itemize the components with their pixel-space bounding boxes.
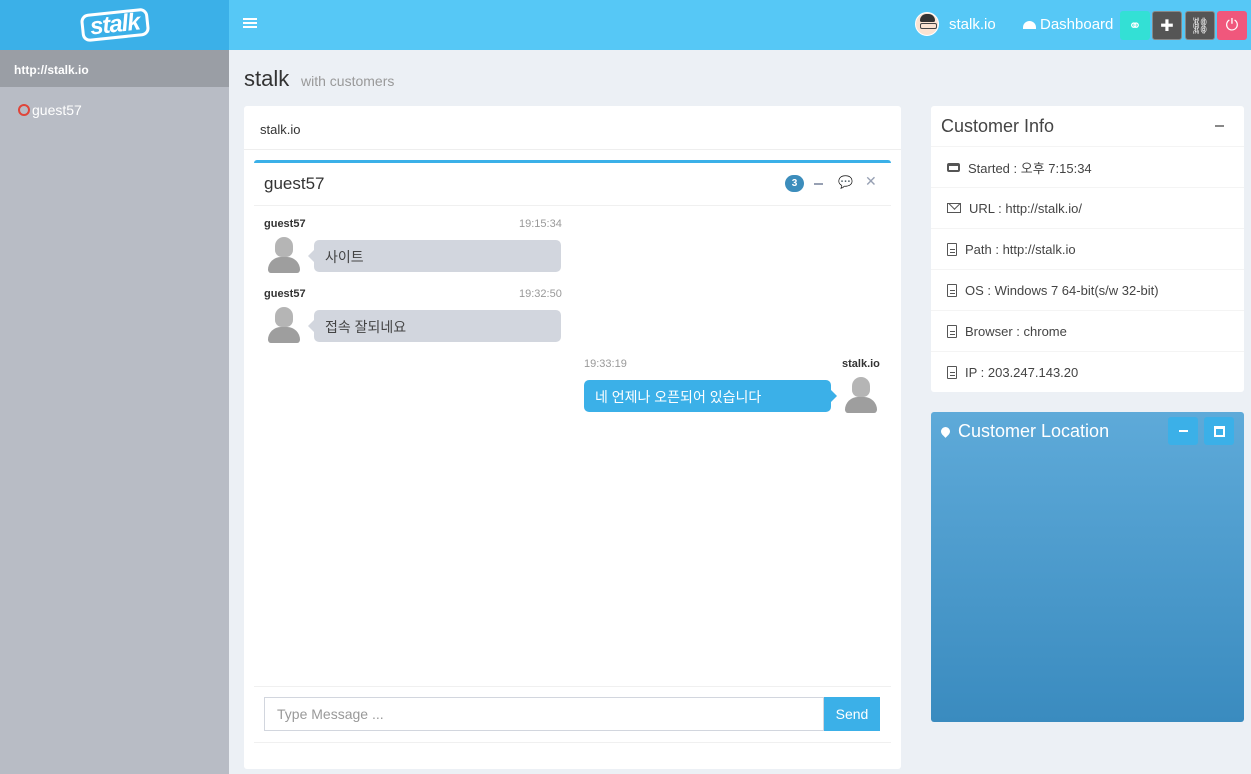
info-text: URL : http://stalk.io/: [969, 200, 1082, 216]
chat-input-bar: Send: [254, 686, 891, 743]
info-text: Started : 오후 7:15:34: [968, 160, 1092, 176]
ambulance-icon: ✚: [1160, 17, 1174, 35]
message-bubble: 접속 잘되네요: [308, 310, 561, 342]
message-sender: guest57: [264, 218, 306, 230]
minimize-icon[interactable]: [814, 183, 823, 185]
info-row-ip: IP : 203.247.143.20: [931, 352, 1244, 393]
calendar-button[interactable]: [1204, 417, 1234, 445]
info-row-browser: Browser : chrome: [931, 311, 1244, 352]
user-menu[interactable]: stalk.io: [915, 12, 996, 36]
message-sender: guest57: [264, 288, 306, 300]
dashboard-link[interactable]: Dashboard: [1023, 16, 1113, 33]
customer-location-header: Customer Location: [939, 421, 1110, 442]
power-button[interactable]: ⏻: [1217, 11, 1247, 40]
link-icon: ⚭: [1128, 17, 1142, 35]
logo-area[interactable]: stalk: [0, 0, 229, 50]
customer-location-panel: Customer Location: [931, 412, 1244, 722]
link-button[interactable]: ⚭: [1120, 11, 1150, 40]
minus-icon: [1178, 430, 1188, 432]
dashboard-icon: [1023, 20, 1036, 29]
message-time: 19:32:50: [519, 288, 562, 300]
stalk-logo: stalk: [79, 7, 150, 43]
customer-info-panel: Customer Info Started : 오후 7:15:34 URL :…: [931, 106, 1244, 392]
chat-panel: stalk.io guest57 3 💬 ✕ guest57 19:15:34 …: [244, 106, 901, 769]
customer-info-title: Customer Info: [941, 116, 1055, 136]
dashboard-label: Dashboard: [1040, 16, 1114, 33]
info-text: Browser : chrome: [965, 323, 1067, 339]
info-text: OS : Windows 7 64-bit(s/w 32-bit): [965, 282, 1159, 298]
message-sender: stalk.io: [842, 358, 880, 370]
top-navbar: stalk.io Dashboard ⚭ ✚ ⛓ ⏻: [229, 0, 1251, 50]
chat-panel-header: stalk.io: [244, 106, 901, 150]
info-row-path: Path : http://stalk.io: [931, 229, 1244, 270]
info-row-started: Started : 오후 7:15:34: [931, 147, 1244, 188]
guest-avatar: [266, 237, 302, 273]
sidebar-item-guest57[interactable]: guest57: [0, 87, 229, 133]
customer-location-title: Customer Location: [958, 421, 1110, 441]
unlink-button[interactable]: ⛓: [1185, 11, 1215, 40]
chat-box: guest57 3 💬 ✕ guest57 19:15:34 사이트 guest…: [254, 160, 891, 746]
unlink-icon: ⛓: [1189, 17, 1211, 35]
info-text: IP : 203.247.143.20: [965, 365, 1079, 380]
envelope-icon: [947, 203, 961, 213]
chat-title: guest57: [264, 174, 325, 193]
file-icon: [947, 283, 957, 297]
sidebar-toggle-icon[interactable]: [243, 16, 257, 32]
collapse-button[interactable]: [1168, 417, 1198, 445]
chat-box-header: guest57 3 💬 ✕: [254, 163, 891, 206]
info-row-url: URL : http://stalk.io/: [931, 188, 1244, 229]
inbox-icon: [947, 162, 960, 172]
user-avatar: [915, 12, 939, 36]
agent-avatar: [843, 377, 879, 413]
user-name: stalk.io: [949, 15, 996, 33]
page-subtitle: with customers: [301, 73, 395, 89]
info-text: Path : http://stalk.io: [965, 241, 1076, 257]
sidebar: http://stalk.io guest57: [0, 50, 229, 774]
sidebar-site[interactable]: http://stalk.io: [0, 50, 229, 87]
close-icon[interactable]: ✕: [865, 173, 877, 190]
file-icon: [947, 242, 957, 256]
unread-count-badge: 3: [785, 175, 804, 192]
file-icon: [947, 324, 957, 338]
message-bubble: 사이트: [308, 240, 561, 272]
comments-icon[interactable]: 💬: [838, 175, 853, 189]
message-bubble: 네 언제나 오픈되어 있습니다: [584, 380, 837, 412]
message-time: 19:15:34: [519, 218, 562, 230]
message-input[interactable]: [264, 697, 824, 731]
file-icon: [947, 366, 957, 379]
send-button[interactable]: Send: [824, 697, 880, 731]
sidebar-item-label: guest57: [32, 102, 82, 118]
info-row-os: OS : Windows 7 64-bit(s/w 32-bit): [931, 270, 1244, 311]
customer-info-header: Customer Info: [931, 106, 1244, 147]
page-title: stalk: [244, 66, 290, 91]
map-marker-icon: [939, 425, 952, 438]
collapse-icon[interactable]: [1215, 125, 1224, 127]
message-list: guest57 19:15:34 사이트 guest57 19:32:50 접속…: [254, 206, 891, 686]
power-icon: ⏻: [1225, 16, 1239, 34]
status-offline-icon: [18, 104, 30, 116]
message-time: 19:33:19: [584, 358, 627, 370]
guest-avatar: [266, 307, 302, 343]
calendar-icon: [1213, 425, 1225, 437]
ambulance-button[interactable]: ✚: [1152, 11, 1182, 40]
